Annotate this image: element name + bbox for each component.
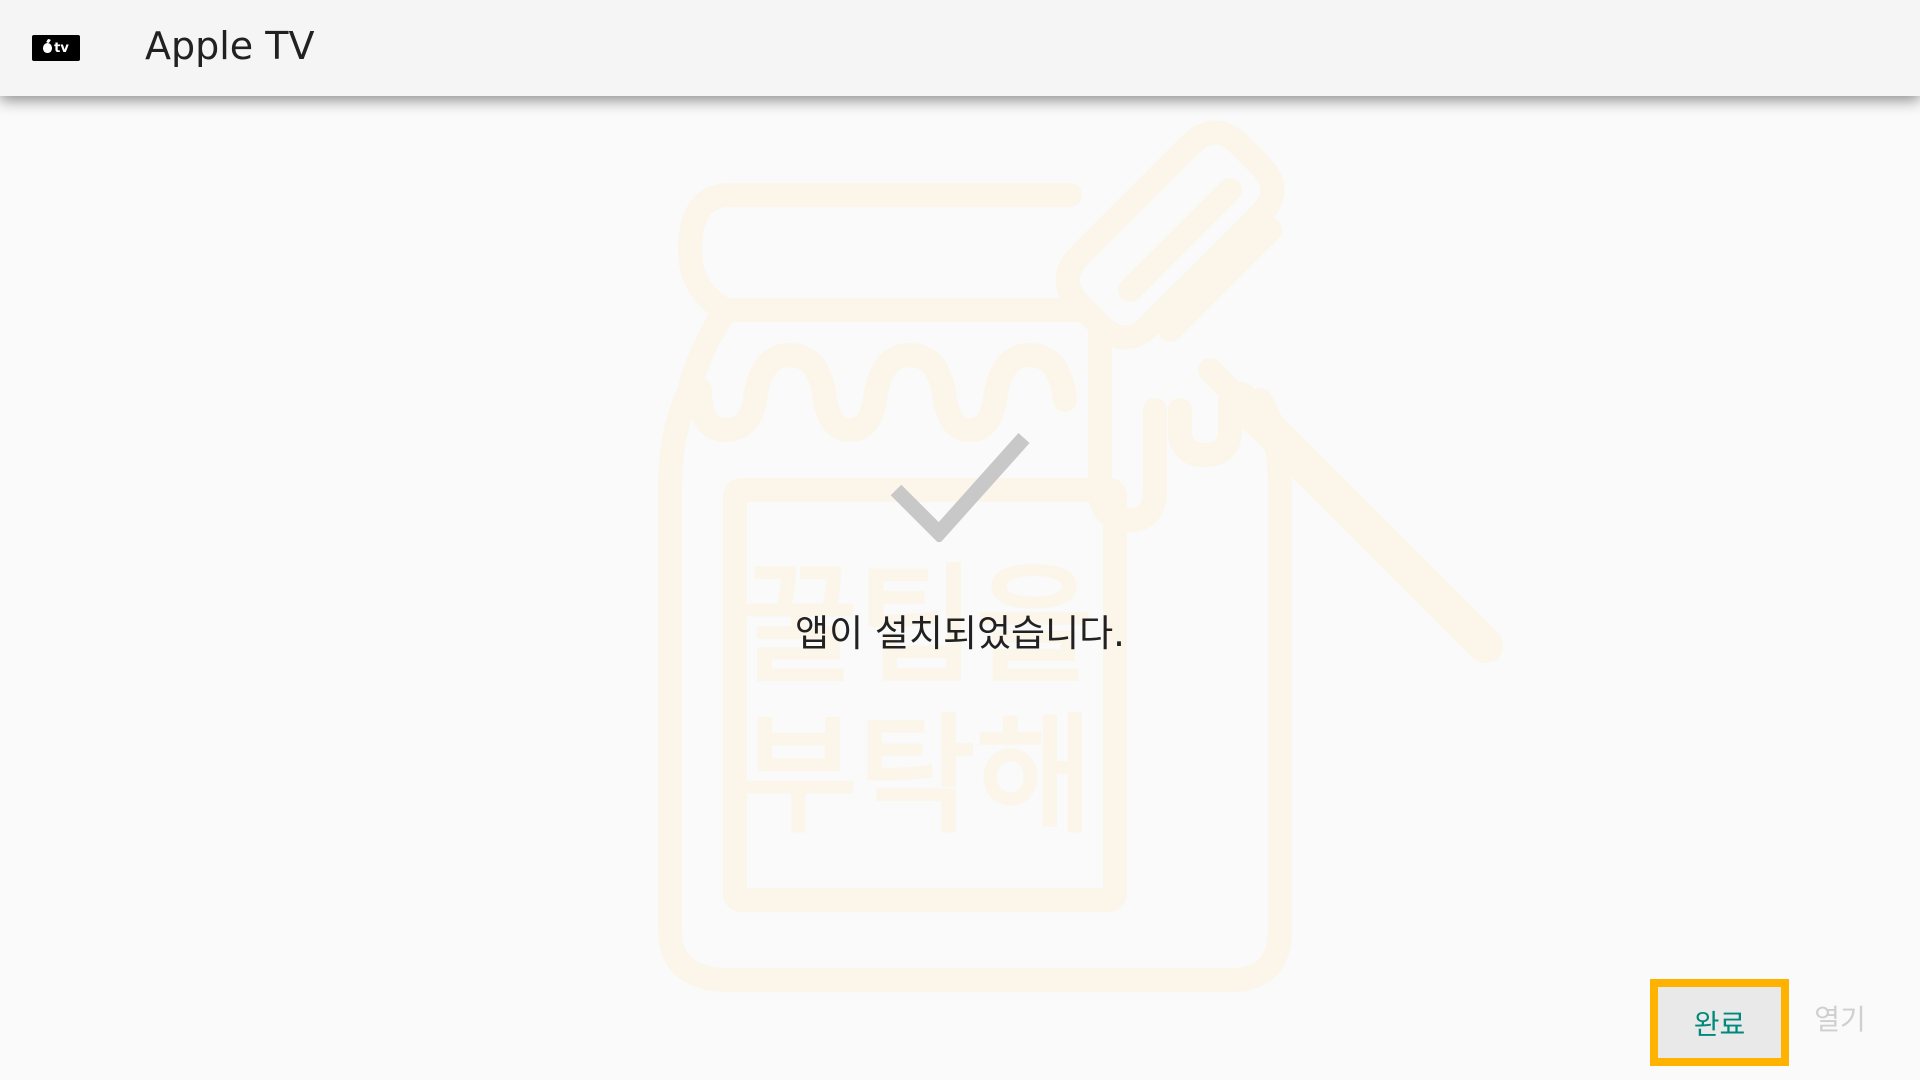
apple-tv-icon: tv xyxy=(32,35,80,61)
check-icon xyxy=(890,432,1030,542)
honey-jar-watermark: 꿀팁을 부탁해 xyxy=(658,120,1503,992)
watermark-text-line2: 부탁해 xyxy=(740,702,1093,851)
open-button[interactable]: 열기 xyxy=(1800,994,1880,1042)
done-button[interactable]: 완료 xyxy=(1650,979,1789,1066)
watermark-honey-drip xyxy=(688,343,1077,442)
app-title: Apple TV xyxy=(145,24,315,68)
app-icon-label: tv xyxy=(54,40,69,56)
apple-logo-icon xyxy=(43,43,53,53)
app-bar: tv Apple TV xyxy=(0,0,1920,96)
install-complete-message: 앱이 설치되었습니다. xyxy=(795,612,1125,655)
